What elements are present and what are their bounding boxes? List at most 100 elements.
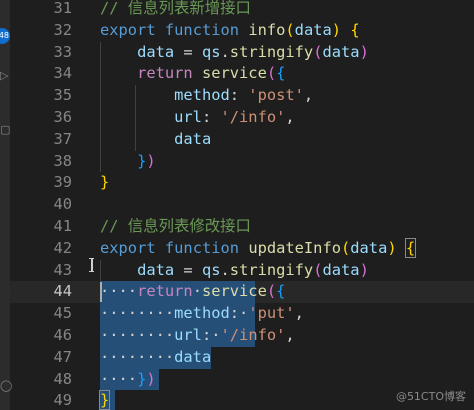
code-token: function xyxy=(164,238,240,257)
code-line[interactable]: 46 ········url:·'/info', xyxy=(0,324,474,347)
account-icon[interactable]: ◯ xyxy=(0,380,12,392)
code-token: stringify xyxy=(229,42,314,61)
code-token: data xyxy=(350,238,388,257)
line-number[interactable]: 36 xyxy=(10,107,72,129)
code-text: export function info(data) { xyxy=(100,20,360,42)
code-token: export xyxy=(100,238,156,257)
code-line[interactable]: 39} xyxy=(0,172,474,194)
line-number[interactable]: 38 xyxy=(10,151,72,173)
code-token: ···· xyxy=(100,282,138,301)
code-line[interactable]: 35 method: 'post', xyxy=(0,85,474,107)
code-token: } xyxy=(137,151,147,170)
line-number[interactable]: 33 xyxy=(10,42,72,64)
code-token: } xyxy=(137,369,147,388)
line-number[interactable]: 45 xyxy=(10,303,72,325)
line-number[interactable]: 42 xyxy=(10,238,72,260)
run-debug-icon[interactable]: ▷ xyxy=(0,70,8,82)
code-token: : xyxy=(229,304,240,323)
line-number[interactable]: 40 xyxy=(10,194,72,216)
code-token: '/info' xyxy=(220,325,286,344)
code-token: ········ xyxy=(100,304,175,323)
code-token: · xyxy=(211,325,221,344)
line-number[interactable]: 37 xyxy=(10,129,72,151)
editor-caret xyxy=(100,282,102,303)
line-number[interactable]: 48 xyxy=(10,369,72,391)
line-number[interactable]: 43 xyxy=(10,260,72,282)
code-token: updateInfo xyxy=(248,238,341,257)
code-token: ········ xyxy=(100,325,175,344)
code-text: }) xyxy=(100,151,156,173)
extensions-icon[interactable]: ▢ xyxy=(0,124,10,136)
code-line[interactable]: 43 data = qs.stringify(data) xyxy=(0,259,474,282)
code-token: ) xyxy=(146,151,156,170)
code-text: export function updateInfo(data) { xyxy=(100,237,417,260)
code-line[interactable]: 34 return service({ xyxy=(0,63,474,86)
code-token: : xyxy=(201,107,221,126)
code-line[interactable]: 36 url: '/info', xyxy=(0,106,474,129)
code-text: method: 'post', xyxy=(100,85,313,107)
line-number[interactable]: 34 xyxy=(10,63,72,85)
code-text: return service({ xyxy=(100,63,285,85)
code-line[interactable]: 40 xyxy=(0,194,474,216)
line-number[interactable]: 32 xyxy=(10,20,72,42)
code-line[interactable]: 44 ····return·service({ xyxy=(0,281,474,304)
code-line[interactable]: 33 data = qs.stringify(data) xyxy=(0,41,474,64)
code-token: { xyxy=(350,20,360,39)
code-token: = xyxy=(174,42,202,61)
code-line[interactable]: 38 }) xyxy=(0,150,474,173)
code-token: data xyxy=(174,347,212,366)
code-text: ········url:·'/info', xyxy=(100,325,295,347)
code-token: method xyxy=(174,304,230,323)
code-token: ) xyxy=(359,260,369,279)
code-editor[interactable]: 48 ▷ ▢ ◯ 31 // 信息列表新增接口 32 export function … xyxy=(0,0,474,410)
code-token: data xyxy=(322,260,360,279)
code-token: data xyxy=(322,42,360,61)
code-text: } xyxy=(98,390,111,410)
code-token: return xyxy=(137,282,193,301)
code-line[interactable]: 31 // 信息列表新增接口 xyxy=(0,0,474,20)
code-line[interactable]: 45 ········method:·'put', xyxy=(0,303,474,325)
code-token: } xyxy=(100,173,110,192)
line-number[interactable]: 46 xyxy=(10,325,72,347)
code-line[interactable]: 42 export function updateInfo(data) { xyxy=(0,237,474,260)
code-token: service xyxy=(201,282,267,301)
code-token: , xyxy=(294,304,304,323)
code-token: qs xyxy=(201,260,221,279)
code-token: ( xyxy=(285,20,295,39)
code-token: data xyxy=(137,42,175,61)
code-token: , xyxy=(303,86,314,105)
code-token: ( xyxy=(266,282,277,301)
code-token: data xyxy=(137,260,175,279)
line-number[interactable]: 44 xyxy=(10,281,72,303)
code-token: url xyxy=(174,325,202,344)
code-lines: 31// 信息列表新增接口 32 export function info(data… xyxy=(0,0,474,410)
line-number[interactable]: 39 xyxy=(10,172,72,194)
line-number[interactable]: 35 xyxy=(10,85,72,107)
code-token: = xyxy=(174,260,202,279)
source-control-badge[interactable]: 48 xyxy=(0,28,10,44)
code-token: ) xyxy=(387,238,397,257)
code-line[interactable]: 37 data xyxy=(0,128,474,151)
code-token: , xyxy=(285,107,295,126)
code-line[interactable]: 32 export function info(data) { xyxy=(0,20,474,42)
code-text: data = qs.stringify(data) xyxy=(100,42,369,64)
line-number[interactable]: 31 xyxy=(10,0,72,20)
code-text: ····return·service({ xyxy=(100,281,285,303)
code-token: ) xyxy=(146,369,156,388)
line-number[interactable]: 41 xyxy=(10,216,72,238)
line-number[interactable]: 49 xyxy=(10,390,72,410)
code-text: ····}) xyxy=(100,369,156,391)
code-line[interactable]: 47 ········data xyxy=(0,346,474,369)
code-line[interactable]: 41 // 信息列表修改接口 xyxy=(0,216,474,238)
code-token: data xyxy=(174,129,212,148)
code-text: } xyxy=(100,172,109,194)
line-number[interactable]: 47 xyxy=(10,347,72,369)
code-token: { xyxy=(276,64,286,83)
code-token: qs xyxy=(201,42,221,61)
